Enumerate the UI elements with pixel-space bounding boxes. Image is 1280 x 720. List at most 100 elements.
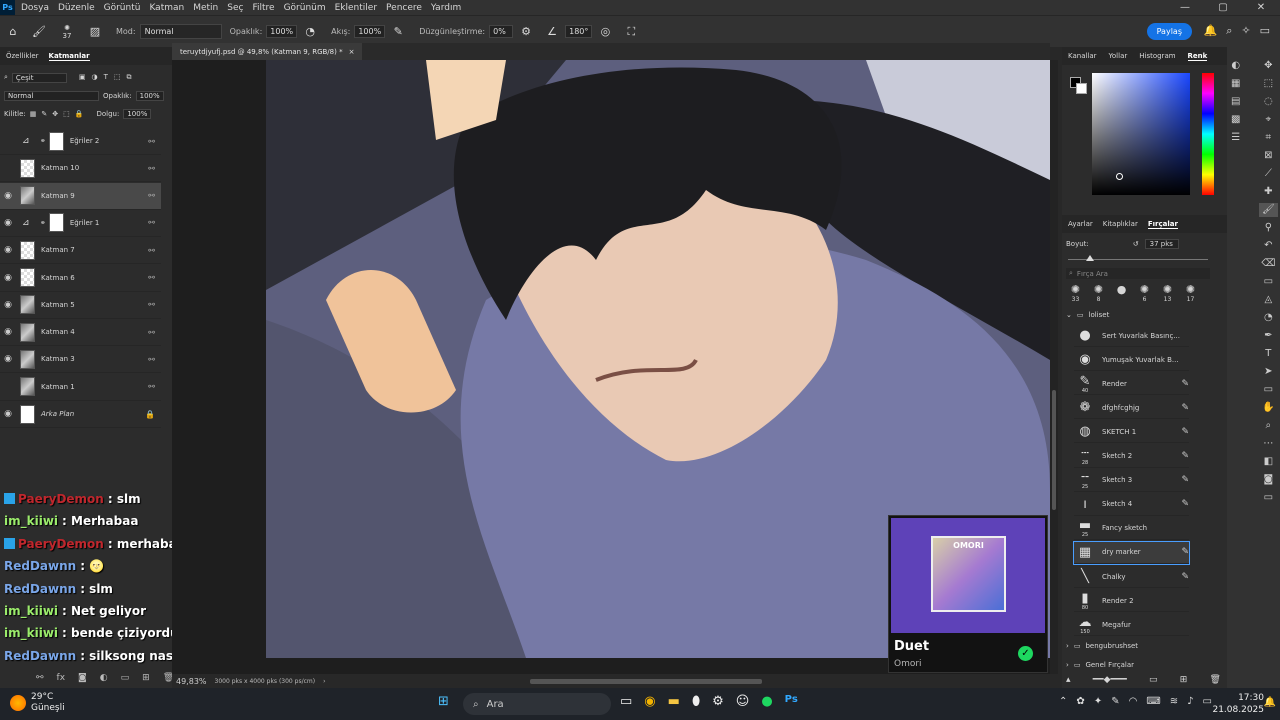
horizontal-scroll-thumb[interactable]	[530, 679, 762, 684]
brush-preset[interactable]: ◉ Yumuşak Yuvarlak B...	[1074, 349, 1189, 372]
tray-headset-icon[interactable]: ◠	[1129, 696, 1138, 707]
brush-folder-genel[interactable]: › ▭ Genel Fırçalar	[1066, 661, 1134, 669]
brush-tool-icon[interactable]: 🖌	[32, 25, 46, 39]
maximize-button[interactable]: ▢	[1204, 2, 1242, 13]
vertical-scroll-thumb[interactable]	[1052, 390, 1056, 510]
tab-layers[interactable]: Katmanlar	[48, 52, 90, 61]
tab-paths[interactable]: Yollar	[1109, 52, 1128, 60]
size-slider[interactable]	[1068, 255, 1208, 261]
taskbar-search[interactable]: ⌕ Ara	[463, 693, 611, 715]
photoshop-taskbar-icon[interactable]: Ps	[785, 694, 798, 709]
spotify-icon[interactable]: ●	[761, 694, 772, 709]
visibility-eye-icon[interactable]: ◉	[0, 245, 16, 255]
airbrush-icon[interactable]: ✎	[391, 25, 405, 39]
layer-row[interactable]: ◉ Katman 3 ⚯	[0, 346, 161, 374]
liked-check-icon[interactable]: ✓	[1018, 646, 1033, 661]
layer-opacity-field[interactable]: 100%	[135, 90, 164, 101]
visibility-eye-icon[interactable]: ◉	[0, 354, 16, 364]
layer-row[interactable]: ◉ Katman 9 ⚯	[0, 182, 161, 210]
quick-select-icon[interactable]: ⌖	[1266, 113, 1272, 127]
tab-adjustments[interactable]: Ayarlar	[1068, 220, 1093, 228]
brush-preset[interactable]: ◍ SKETCH 1 ✎	[1074, 421, 1189, 444]
minimize-button[interactable]: —	[1166, 2, 1204, 13]
color-picker-cursor[interactable]	[1116, 173, 1123, 180]
tray-volume-icon[interactable]: ♪	[1187, 696, 1193, 707]
tab-channels[interactable]: Kanallar	[1068, 52, 1097, 60]
menu-katman[interactable]: Katman	[149, 3, 184, 13]
document-tab[interactable]: teruytdjyufj.psd @ 49,8% (Katman 9, RGB/…	[172, 43, 363, 60]
brush-search-input[interactable]: Fırça Ara	[1077, 270, 1108, 278]
close-tab-icon[interactable]: ×	[349, 48, 355, 56]
gradient-panel-icon[interactable]: ▤	[1231, 95, 1240, 109]
mask-link-icon[interactable]: ⚭	[40, 219, 46, 227]
brush-preset[interactable]: ┄ 28 Sketch 2 ✎	[1074, 446, 1189, 468]
hue-slider[interactable]	[1202, 73, 1214, 195]
brush-search-box[interactable]: ⌕ Fırça Ara	[1066, 268, 1210, 279]
pressure-size-icon[interactable]: ◎	[598, 25, 612, 39]
taskbar-clock[interactable]: 17:30 21.08.2025	[1212, 692, 1264, 716]
link-icon[interactable]: ⚯	[36, 673, 44, 683]
tab-color[interactable]: Renk	[1187, 52, 1208, 61]
settings-icon[interactable]: ⚙	[712, 694, 724, 709]
visibility-eye-icon[interactable]: ◉	[0, 273, 16, 283]
visibility-eye-icon[interactable]: ◉	[0, 300, 16, 310]
tray-battery-icon[interactable]: ▭	[1203, 696, 1212, 707]
history-brush-icon[interactable]: ↶	[1264, 239, 1272, 253]
pressure-opacity-icon[interactable]: ◔	[303, 25, 317, 39]
workspace-icon[interactable]: ▭	[1260, 24, 1270, 38]
zoom-tool-icon[interactable]: ⌕	[1266, 419, 1272, 433]
tab-libraries[interactable]: Kitaplıklar	[1103, 220, 1138, 228]
menu-eklentiler[interactable]: Eklentiler	[335, 3, 377, 13]
spotify-now-playing[interactable]: OMORI Duet Omori ✓	[888, 515, 1048, 673]
swatches-icon[interactable]: ▦	[1231, 77, 1240, 91]
filter-type-icons[interactable]: ▣◑T⬚⧉	[79, 73, 138, 82]
brush-preset[interactable]: ▬ 25 Fancy sketch	[1074, 518, 1189, 540]
tray-app-icon[interactable]: ✿	[1076, 696, 1084, 707]
smoothing-gear-icon[interactable]: ⚙	[519, 25, 533, 39]
task-view-icon[interactable]: ▭	[620, 694, 632, 709]
bell-icon[interactable]: 🔔	[1204, 24, 1218, 38]
eyedropper-icon[interactable]: ⟋	[1265, 167, 1272, 181]
brush-size-field[interactable]: 37 pks	[1144, 239, 1179, 249]
brush-size-slider-small[interactable]: ━━◆━━━	[1093, 675, 1127, 685]
fx-icon[interactable]: fx	[57, 673, 66, 683]
tray-wifi-icon[interactable]: ≋	[1170, 696, 1178, 707]
menu-goruntu[interactable]: Görüntü	[104, 3, 141, 13]
tray-pen-icon[interactable]: ✎	[1111, 696, 1119, 707]
group-icon[interactable]: ▭	[121, 673, 130, 683]
menu-filtre[interactable]: Filtre	[252, 3, 274, 13]
recent-brush[interactable]: ✺ 13	[1158, 283, 1177, 305]
brush-preset[interactable]: ▮ 80 Render 2	[1074, 590, 1189, 613]
brush-preset[interactable]: ╲ Chalky ✎	[1074, 566, 1189, 588]
tray-expand-icon[interactable]: ⌃	[1059, 696, 1067, 707]
layer-filter-select[interactable]: Çeşit	[11, 72, 67, 83]
layer-row[interactable]: ◉ Arka Plan 🔒	[0, 401, 161, 428]
layer-row[interactable]: ◉ Katman 5 ⚯	[0, 292, 161, 319]
tray-lang-icon[interactable]: ⌨	[1146, 696, 1160, 707]
more-tools-icon[interactable]: ⋯	[1263, 437, 1273, 451]
quick-mask-icon[interactable]: ◙	[1264, 473, 1274, 487]
background-color-swatch[interactable]	[1076, 83, 1087, 94]
delete-brush-icon[interactable]: 🗑	[1210, 675, 1221, 685]
tab-brushes[interactable]: Fırçalar	[1147, 220, 1178, 229]
mode-select[interactable]: Normal	[139, 24, 222, 39]
home-icon[interactable]: ⌂	[6, 25, 20, 39]
dodge-tool-icon[interactable]: ◔	[1264, 311, 1273, 325]
brush-preset[interactable]: ✎ 40 Render ✎	[1074, 373, 1189, 396]
menu-pencere[interactable]: Pencere	[386, 3, 422, 13]
menu-yardim[interactable]: Yardım	[431, 3, 461, 13]
weather-widget[interactable]: 29°C Güneşli	[10, 692, 65, 714]
visibility-eye-icon[interactable]: ◉	[0, 327, 16, 337]
crop-tool-icon[interactable]: ⌗	[1266, 131, 1272, 145]
eraser-icon[interactable]: ⌫	[1261, 257, 1275, 271]
layer-row[interactable]: Katman 10 ⚯	[0, 155, 161, 183]
brush-preset[interactable]: ╌ 25 Sketch 3 ✎	[1074, 470, 1189, 492]
recent-brush[interactable]: ✺ 6	[1135, 283, 1154, 305]
file-explorer-icon[interactable]: ▬	[668, 694, 680, 709]
layer-row[interactable]: ⊿ ⚭ Eğriler 2 ⚯	[0, 128, 161, 155]
tab-histogram[interactable]: Histogram	[1139, 52, 1175, 60]
angle-field[interactable]: 180°	[565, 25, 593, 38]
windows-start-icon[interactable]: ⊞	[438, 694, 449, 709]
brush-folder-bengu[interactable]: › ▭ bengubrushset	[1066, 642, 1138, 650]
brush-preset[interactable]: ı Sketch 4 ✎	[1074, 494, 1189, 516]
